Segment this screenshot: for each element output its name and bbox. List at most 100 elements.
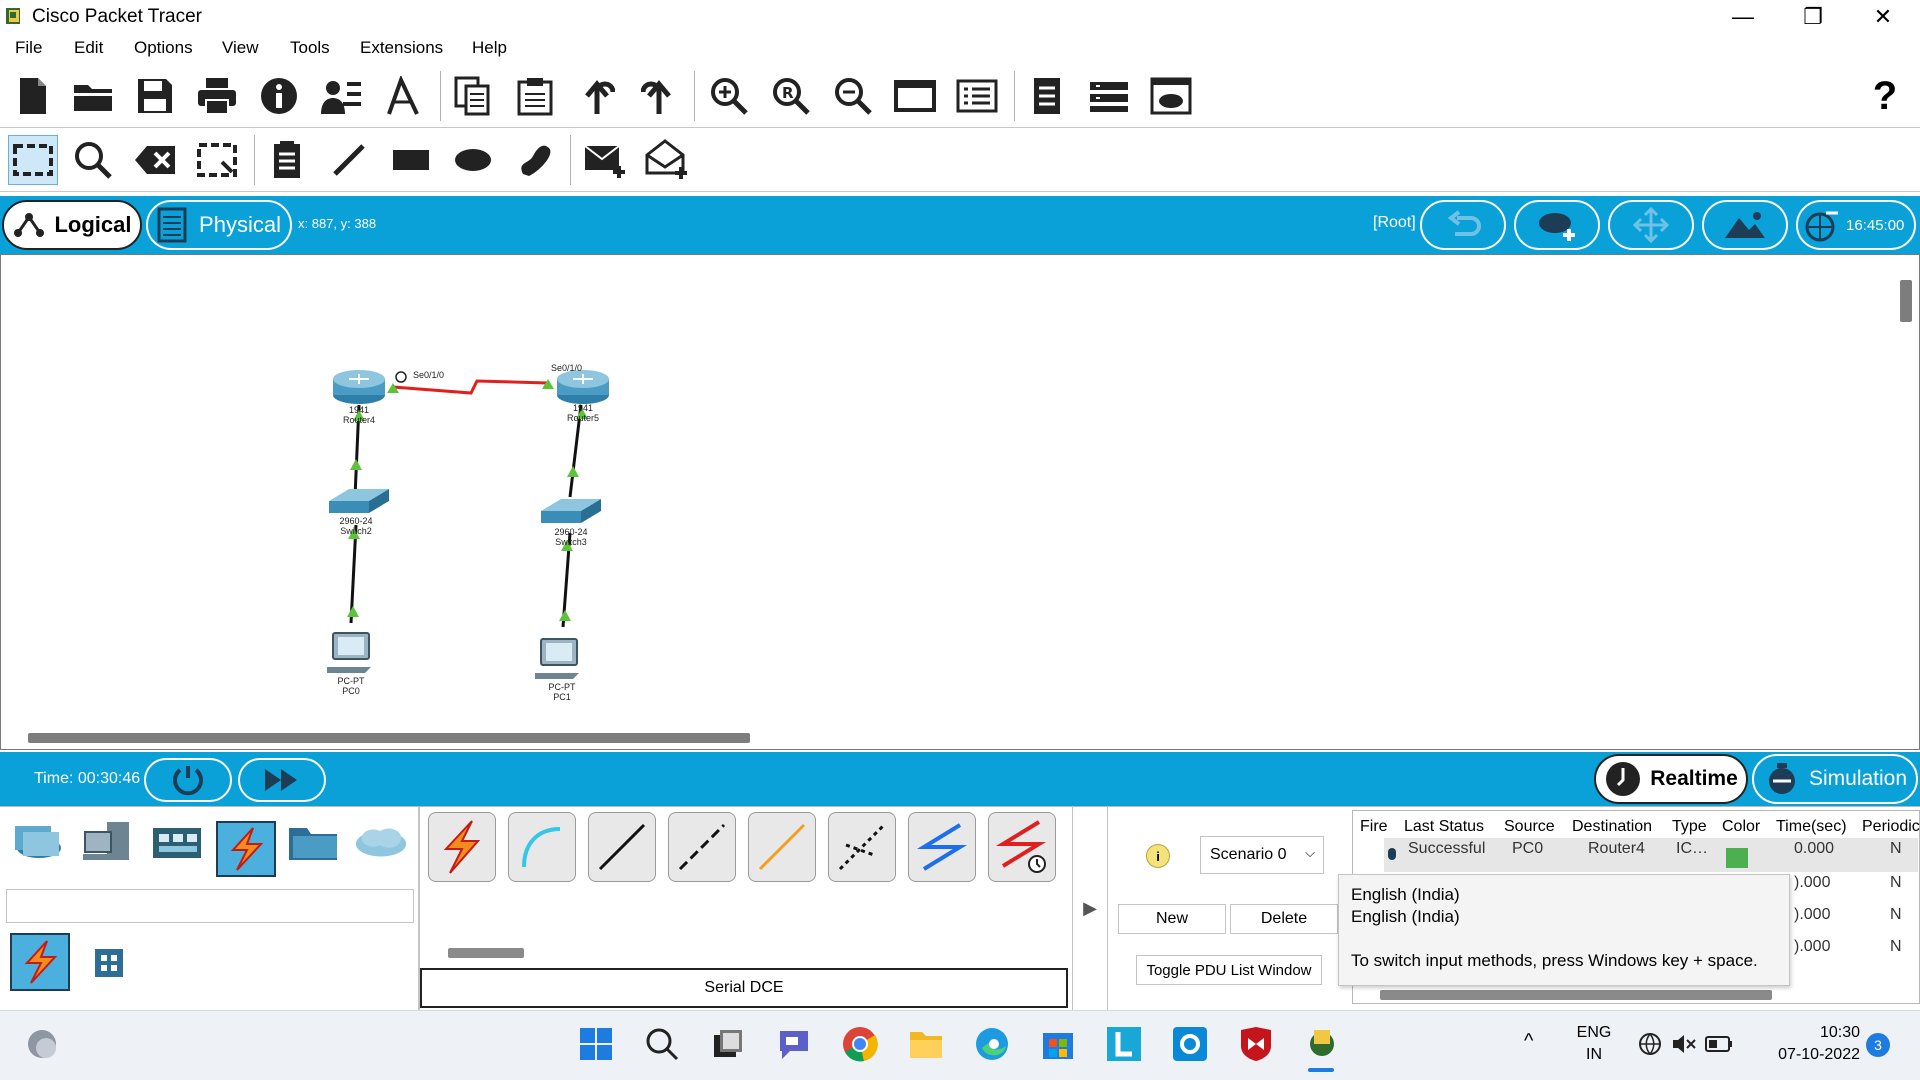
cloud-photo-icon[interactable] <box>1146 71 1196 121</box>
fast-forward-time-button[interactable] <box>238 758 326 802</box>
menu-view[interactable]: View <box>222 38 259 58</box>
simulation-mode-tab[interactable]: Simulation <box>1752 754 1918 804</box>
menu-extensions[interactable]: Extensions <box>360 38 443 58</box>
custom-device-dialog-icon[interactable] <box>952 71 1002 121</box>
connections-category-icon[interactable] <box>216 821 276 877</box>
set-background-button[interactable] <box>1702 200 1788 250</box>
search-icon[interactable] <box>640 1022 684 1066</box>
fire-indicator-icon[interactable] <box>1388 848 1396 860</box>
menu-options[interactable]: Options <box>134 38 193 58</box>
pc0-icon[interactable] <box>327 632 371 673</box>
fiber-cable-icon[interactable] <box>748 812 816 882</box>
close-button[interactable]: ✕ <box>1848 0 1918 34</box>
print-icon[interactable] <box>192 71 242 121</box>
power-cycle-devices-button[interactable] <box>144 758 232 802</box>
workspace-horizontal-scrollbar[interactable] <box>28 733 750 743</box>
select-tool-icon[interactable] <box>8 135 58 185</box>
chrome-icon[interactable] <box>838 1022 882 1066</box>
undo-icon[interactable] <box>572 71 622 121</box>
blue-app-icon[interactable] <box>1168 1022 1212 1066</box>
network-devices-category-icon[interactable] <box>8 817 66 867</box>
info-icon[interactable] <box>254 71 304 121</box>
logical-view-tab[interactable]: Logical <box>2 200 142 250</box>
move-object-button[interactable] <box>1608 200 1694 250</box>
end-devices-category-icon[interactable] <box>78 817 136 867</box>
device-template-manager-icon[interactable] <box>1084 71 1134 121</box>
menu-help[interactable]: Help <box>472 38 507 58</box>
connection-subtype-icon[interactable] <box>10 933 70 991</box>
menu-tools[interactable]: Tools <box>290 38 330 58</box>
zoom-reset-icon[interactable]: R <box>766 71 816 121</box>
freeform-icon[interactable] <box>510 135 560 185</box>
multiuser-connection-category-icon[interactable] <box>352 817 410 867</box>
zoom-out-icon[interactable] <box>828 71 878 121</box>
mcafee-icon[interactable] <box>1234 1022 1278 1066</box>
new-cluster-button[interactable] <box>1514 200 1600 250</box>
realtime-mode-tab[interactable]: Realtime <box>1594 754 1748 804</box>
scenario-select[interactable]: Scenario 0 ⌵ <box>1200 836 1324 874</box>
phone-cable-icon[interactable] <box>828 812 896 882</box>
workspace-vertical-scrollbar[interactable] <box>1900 280 1912 322</box>
viewport-clock-button[interactable]: 16:45:00 <box>1796 200 1916 250</box>
menu-edit[interactable]: Edit <box>74 38 103 58</box>
save-icon[interactable] <box>130 71 180 121</box>
notification-count-badge[interactable]: 3 <box>1866 1033 1890 1057</box>
help-icon[interactable]: ? <box>1860 71 1910 121</box>
copper-cross-over-icon[interactable] <box>668 812 736 882</box>
root-breadcrumb[interactable]: [Root] <box>1373 214 1416 232</box>
input-language-indicator[interactable]: ENG IN <box>1570 1022 1618 1066</box>
router4-icon[interactable] <box>333 370 385 404</box>
inspect-icon[interactable] <box>68 135 118 185</box>
add-simple-pdu-icon[interactable] <box>580 135 630 185</box>
miscellaneous-category-icon[interactable] <box>284 817 342 867</box>
new-file-icon[interactable] <box>8 71 58 121</box>
pdu-table-scrollbar[interactable] <box>1380 990 1772 1000</box>
show-hidden-icons-button[interactable]: ^ <box>1524 1030 1533 1053</box>
l-app-icon[interactable] <box>1102 1022 1146 1066</box>
edge-icon[interactable] <box>970 1022 1014 1066</box>
expand-panel-button[interactable]: ▶ <box>1072 806 1108 1010</box>
copy-icon[interactable] <box>448 71 498 121</box>
task-view-icon[interactable] <box>706 1022 750 1066</box>
weather-widget-icon[interactable] <box>20 1022 64 1066</box>
add-complex-pdu-icon[interactable] <box>642 135 692 185</box>
activity-wizard-icon[interactable] <box>378 71 428 121</box>
topology-canvas[interactable] <box>1 255 1901 725</box>
serial-dce-icon[interactable] <box>988 812 1056 882</box>
grid-view-icon[interactable] <box>84 941 134 985</box>
volume-muted-icon[interactable] <box>1670 1022 1698 1066</box>
view-command-log-icon[interactable] <box>1022 71 1072 121</box>
microsoft-store-icon[interactable] <box>1036 1022 1080 1066</box>
serial-link[interactable] <box>392 379 549 395</box>
battery-icon[interactable] <box>1704 1022 1734 1066</box>
scenario-info-icon[interactable]: i <box>1146 844 1170 868</box>
copper-straight-through-icon[interactable] <box>588 812 656 882</box>
network-information-icon[interactable] <box>316 71 366 121</box>
delete-scenario-button[interactable]: Delete <box>1230 904 1338 934</box>
switch3-icon[interactable] <box>541 499 601 523</box>
drawing-palette-icon[interactable] <box>890 71 940 121</box>
file-explorer-icon[interactable] <box>904 1022 948 1066</box>
connections-scrollbar[interactable] <box>448 948 524 958</box>
table-row[interactable]: Successful PC0 Router4 IC… 0.000 N <box>1384 838 1918 872</box>
paste-icon[interactable] <box>510 71 560 121</box>
minimize-button[interactable]: — <box>1708 0 1778 34</box>
switch2-icon[interactable] <box>329 489 389 513</box>
delete-icon[interactable] <box>130 135 180 185</box>
draw-rectangle-icon[interactable] <box>386 135 436 185</box>
coaxial-cable-icon[interactable] <box>908 812 976 882</box>
redo-icon[interactable] <box>634 71 684 121</box>
new-scenario-button[interactable]: New <box>1118 904 1226 934</box>
router5-icon[interactable] <box>557 370 609 404</box>
logical-workspace[interactable]: Se0/1/0 Se0/1/0 1941 Router4 1941 Router… <box>0 254 1920 750</box>
draw-line-icon[interactable] <box>324 135 374 185</box>
teams-chat-icon[interactable] <box>772 1022 816 1066</box>
pc1-icon[interactable] <box>535 638 579 679</box>
resize-shape-icon[interactable] <box>192 135 242 185</box>
system-clock[interactable]: 10:30 07-10-2022 <box>1750 1022 1860 1066</box>
automatic-connection-icon[interactable] <box>428 812 496 882</box>
maximize-button[interactable]: ❐ <box>1778 0 1848 34</box>
draw-ellipse-icon[interactable] <box>448 135 498 185</box>
open-folder-icon[interactable] <box>68 71 118 121</box>
start-icon[interactable] <box>574 1022 618 1066</box>
